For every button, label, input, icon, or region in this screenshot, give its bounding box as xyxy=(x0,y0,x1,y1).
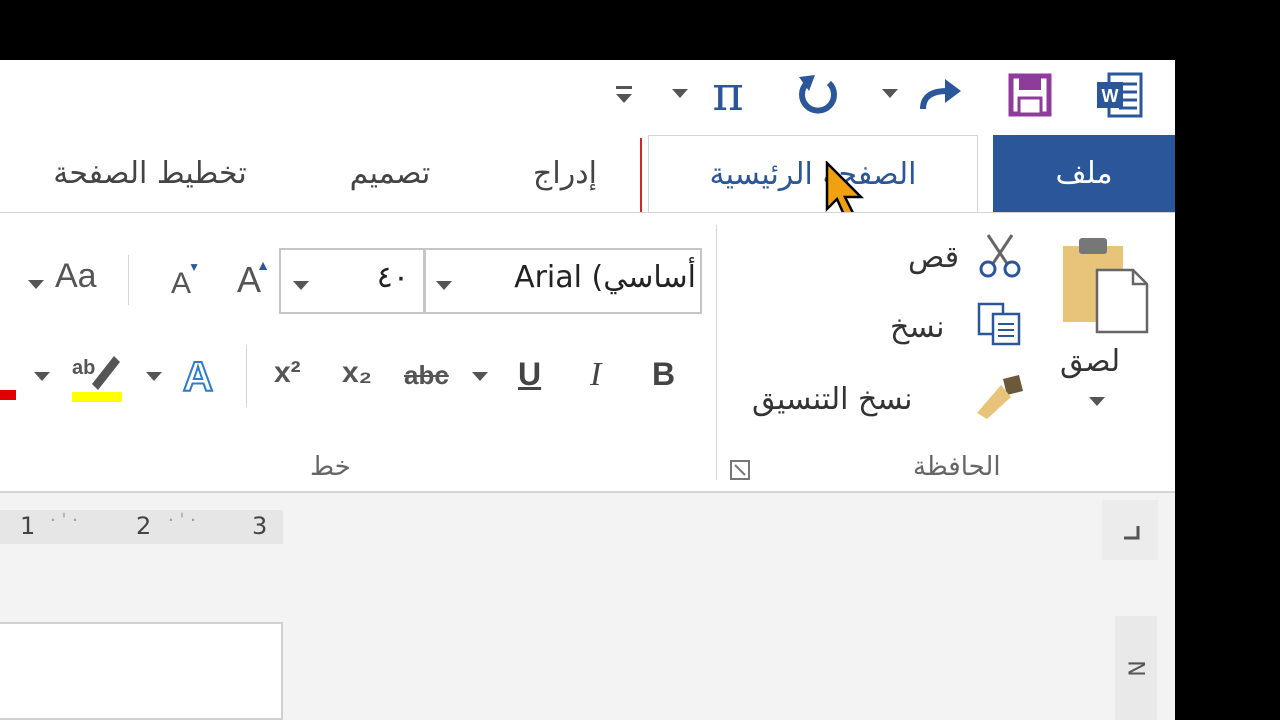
font-size-combobox[interactable]: ٤٠ xyxy=(279,248,425,314)
highlight-color-icon[interactable]: ab xyxy=(70,350,124,404)
svg-text:W: W xyxy=(1102,86,1119,106)
ruler-dots: · ˈ · xyxy=(50,510,78,531)
tab-file-label: ملف xyxy=(1055,156,1113,191)
document-page[interactable] xyxy=(0,622,283,720)
tab-design[interactable]: تصميم xyxy=(320,135,460,212)
tab-layout[interactable]: تخطيط الصفحة xyxy=(20,135,280,212)
font-size-dropdown-icon[interactable] xyxy=(293,276,309,295)
strikethrough-button[interactable]: abc xyxy=(404,360,449,391)
cut-icon[interactable] xyxy=(975,230,1025,280)
word-logo-icon[interactable]: W xyxy=(1093,68,1147,122)
svg-text:ab: ab xyxy=(72,357,95,379)
cut-label[interactable]: قص xyxy=(908,240,959,275)
shrink-font-icon[interactable]: A ▼ xyxy=(158,260,204,308)
change-case-dropdown-icon[interactable] xyxy=(26,278,46,292)
font-name-value: Arial (أساسي xyxy=(514,260,696,295)
subscript-button[interactable]: x₂ xyxy=(342,356,372,390)
tab-design-label: تصميم xyxy=(349,156,431,191)
tab-file[interactable]: ملف xyxy=(993,135,1175,212)
copy-icon[interactable] xyxy=(975,300,1025,350)
word-window: W π ملف الصفحة الرئيسية إدراج تصميم تخطي… xyxy=(0,60,1175,720)
font-color-swatch[interactable] xyxy=(0,390,16,400)
vertical-ruler: N xyxy=(1115,616,1157,720)
ruler-dots-2: · ˈ · xyxy=(168,510,196,531)
tab-home-label: الصفحة الرئيسية xyxy=(709,157,917,192)
group-divider xyxy=(716,225,717,480)
underline-dropdown-icon[interactable] xyxy=(470,370,490,384)
equation-dropdown-icon[interactable] xyxy=(668,82,692,106)
ribbon-tabs: ملف الصفحة الرئيسية إدراج تصميم تخطيط ال… xyxy=(0,135,1175,213)
change-case-button[interactable]: Aa xyxy=(55,257,97,296)
superscript-button[interactable]: x² xyxy=(274,356,301,390)
pi-icon[interactable]: π xyxy=(703,66,753,122)
clipboard-group-label: الحافظة xyxy=(913,452,1001,482)
font-group-label: خط xyxy=(310,452,351,482)
font-divider-2 xyxy=(246,345,247,407)
font-name-combobox[interactable]: Arial (أساسي xyxy=(424,248,702,314)
undo-icon[interactable] xyxy=(792,68,844,120)
ruler-tick-3: 3 xyxy=(252,512,268,540)
tab-selector-button[interactable] xyxy=(1102,500,1158,560)
save-icon[interactable] xyxy=(1005,70,1055,120)
text-effects-icon[interactable]: A xyxy=(174,350,222,404)
ruler-tick-1: 1 xyxy=(20,512,36,540)
undo-dropdown-icon[interactable] xyxy=(878,82,902,106)
tab-layout-label: تخطيط الصفحة xyxy=(53,156,247,191)
paste-icon[interactable] xyxy=(1058,235,1150,335)
italic-button[interactable]: I xyxy=(590,356,601,394)
bold-button[interactable]: B xyxy=(652,356,675,393)
clipboard-launcher-icon[interactable] xyxy=(728,458,752,482)
highlight-marker-vertical xyxy=(640,138,642,220)
underline-button[interactable]: U xyxy=(518,356,541,393)
redo-icon[interactable] xyxy=(915,70,965,120)
font-size-value: ٤٠ xyxy=(376,260,409,295)
tab-home[interactable]: الصفحة الرئيسية xyxy=(648,135,978,213)
customize-qat-icon[interactable] xyxy=(610,78,638,110)
format-painter-label[interactable]: نسخ التنسيق xyxy=(752,382,912,417)
paste-dropdown-icon[interactable] xyxy=(1084,392,1110,412)
tab-insert-label: إدراج xyxy=(533,156,597,191)
format-painter-icon[interactable] xyxy=(972,372,1028,422)
quick-access-toolbar: W π xyxy=(0,60,1175,135)
paste-label[interactable]: لصق xyxy=(1060,344,1120,379)
font-divider xyxy=(128,255,129,305)
ruler-tick-2: 2 xyxy=(136,512,152,540)
grow-font-icon[interactable]: A ▲ xyxy=(226,255,272,305)
tab-insert[interactable]: إدراج xyxy=(500,135,630,212)
text-effects-dropdown-icon[interactable] xyxy=(144,370,164,384)
mouse-cursor-icon xyxy=(820,160,870,220)
horizontal-ruler: 1 · ˈ · 2 · ˈ · 3 xyxy=(0,510,283,544)
copy-label[interactable]: نسخ xyxy=(890,310,944,345)
vertical-ruler-label: N xyxy=(1122,660,1148,677)
font-name-dropdown-icon[interactable] xyxy=(436,276,452,295)
highlight-dropdown-icon[interactable] xyxy=(32,370,52,384)
